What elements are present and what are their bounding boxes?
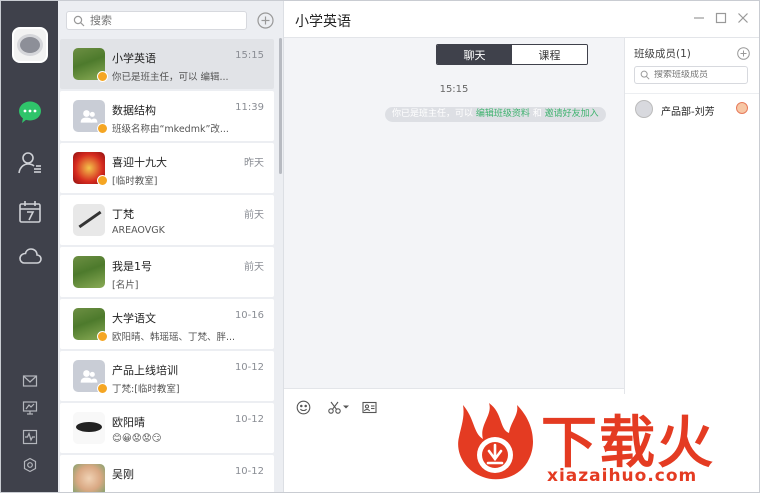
window-controls <box>692 11 749 24</box>
system-message-text: 你已是班主任，可以 <box>392 109 476 119</box>
mail-icon[interactable] <box>21 372 39 390</box>
list-item[interactable]: 欧阳晴 10-12 😊😀😟😟😏 <box>60 403 274 453</box>
class-badge-icon <box>97 331 108 342</box>
activity-icon[interactable] <box>21 428 39 446</box>
item-preview: 你已是班主任，可以 编辑... <box>112 72 229 83</box>
item-name: 喜迎十九大 <box>112 156 167 169</box>
watermark: 下载火 xiazaihuo.com <box>451 394 759 492</box>
list-item[interactable]: 丁梵 前天 AREAOVGK <box>60 195 274 245</box>
tab-course[interactable]: 课程 <box>512 45 587 64</box>
search-box[interactable] <box>66 11 247 30</box>
conversation-items: 小学英语 15:15 你已是班主任，可以 编辑... 数据结构 11:39 班级… <box>60 39 274 492</box>
item-preview: [临时教室] <box>112 176 158 187</box>
add-icon[interactable] <box>257 12 274 29</box>
user-avatar[interactable] <box>12 27 48 63</box>
calendar-icon[interactable] <box>15 197 45 227</box>
card-icon[interactable] <box>362 399 377 415</box>
chat-title: 小学英语 <box>295 14 351 30</box>
item-name: 我是1号 <box>112 260 152 273</box>
invite-friends-link[interactable]: 邀请好友加入 <box>545 109 599 119</box>
left-nav <box>1 1 58 492</box>
system-message-text: 和 <box>529 109 545 119</box>
class-badge-icon <box>97 71 108 82</box>
contact-avatar <box>73 256 105 288</box>
item-time: 11:39 <box>235 102 264 113</box>
search-icon <box>640 70 650 80</box>
member-search-box[interactable] <box>634 66 748 84</box>
group-icon <box>80 370 98 383</box>
item-preview: 班级名称由“mkedmk”改... <box>112 124 229 135</box>
item-time: 昨天 <box>244 158 264 169</box>
screenshot-icon[interactable] <box>327 399 349 415</box>
item-preview: AREAOVGK <box>112 225 165 236</box>
item-time: 10-12 <box>234 414 264 425</box>
contact-avatar <box>73 464 105 492</box>
item-name: 丁梵 <box>112 208 134 221</box>
tab-chat[interactable]: 聊天 <box>437 45 512 64</box>
edit-class-link[interactable]: 编辑班级资料 <box>476 109 530 119</box>
search-input[interactable] <box>90 14 240 27</box>
search-icon <box>73 15 85 26</box>
minimize-icon[interactable] <box>692 11 705 24</box>
class-badge-icon <box>97 123 108 134</box>
watermark-url: xiazaihuo.com <box>547 466 698 486</box>
list-scrollbar[interactable] <box>279 38 282 174</box>
close-icon[interactable] <box>736 11 749 24</box>
cloud-icon[interactable] <box>15 241 45 271</box>
item-name: 数据结构 <box>112 104 156 117</box>
list-item[interactable]: 数据结构 11:39 班级名称由“mkedmk”改... <box>60 91 274 141</box>
member-avatar <box>635 100 653 118</box>
item-name: 欧阳晴 <box>112 416 145 429</box>
message-time: 15:15 <box>439 84 469 95</box>
contact-avatar <box>73 204 105 236</box>
add-member-icon[interactable] <box>737 45 750 60</box>
item-time: 10-12 <box>234 362 264 373</box>
list-item[interactable]: 我是1号 前天 [名片] <box>60 247 274 297</box>
members-title: 班级成员(1) <box>634 48 691 60</box>
item-time: 10-16 <box>234 310 264 321</box>
teacher-role-icon <box>736 102 748 114</box>
maximize-icon[interactable] <box>714 11 727 24</box>
contacts-icon[interactable] <box>15 148 45 178</box>
list-item[interactable]: 喜迎十九大 昨天 [临时教室] <box>60 143 274 193</box>
conversation-list: 小学英语 15:15 你已是班主任，可以 编辑... 数据结构 11:39 班级… <box>58 1 284 492</box>
group-icon <box>80 110 98 123</box>
item-preview: 欧阳晴、韩瑶瑶、丁梵、胖... <box>112 332 236 343</box>
screen-icon[interactable] <box>21 399 39 417</box>
message-area: 聊天 课程 15:15 你已是班主任，可以 编辑班级资料 和 邀请好友加入 <box>284 38 624 388</box>
class-badge-icon <box>97 383 108 394</box>
item-name: 大学语文 <box>112 312 156 325</box>
settings-icon[interactable] <box>21 456 39 474</box>
item-name: 吴刚 <box>112 468 134 481</box>
item-name: 产品上线培训 <box>112 364 178 377</box>
watermark-logo-icon <box>458 403 533 480</box>
item-time: 前天 <box>244 262 264 273</box>
list-item[interactable]: 产品上线培训 10-12 丁梵:[临时教室] <box>60 351 274 401</box>
member-row[interactable]: 产品部-刘芳 <box>625 96 759 122</box>
member-search-input[interactable] <box>654 70 746 80</box>
chat-icon[interactable] <box>15 97 45 127</box>
item-time: 15:15 <box>235 50 264 61</box>
list-item[interactable]: 吴刚 10-12 <box>60 455 274 492</box>
item-preview: [名片] <box>112 280 139 291</box>
members-divider <box>625 93 759 94</box>
item-name: 小学英语 <box>112 52 156 65</box>
list-item[interactable]: 大学语文 10-16 欧阳晴、韩瑶瑶、丁梵、胖... <box>60 299 274 349</box>
item-preview: 😊😀😟😟😏 <box>112 433 162 444</box>
contact-avatar <box>73 412 105 444</box>
emoji-icon[interactable] <box>296 399 311 415</box>
chat-tabs: 聊天 课程 <box>436 44 588 65</box>
item-time: 10-12 <box>234 466 264 477</box>
item-time: 前天 <box>244 210 264 221</box>
app-window: 小学英语 15:15 你已是班主任，可以 编辑... 数据结构 11:39 班级… <box>0 0 760 493</box>
class-badge-icon <box>97 175 108 186</box>
system-message: 你已是班主任，可以 编辑班级资料 和 邀请好友加入 <box>385 107 606 122</box>
member-name: 产品部-刘芳 <box>661 107 715 118</box>
item-preview: 丁梵:[临时教室] <box>112 384 180 395</box>
list-item[interactable]: 小学英语 15:15 你已是班主任，可以 编辑... <box>60 39 274 89</box>
